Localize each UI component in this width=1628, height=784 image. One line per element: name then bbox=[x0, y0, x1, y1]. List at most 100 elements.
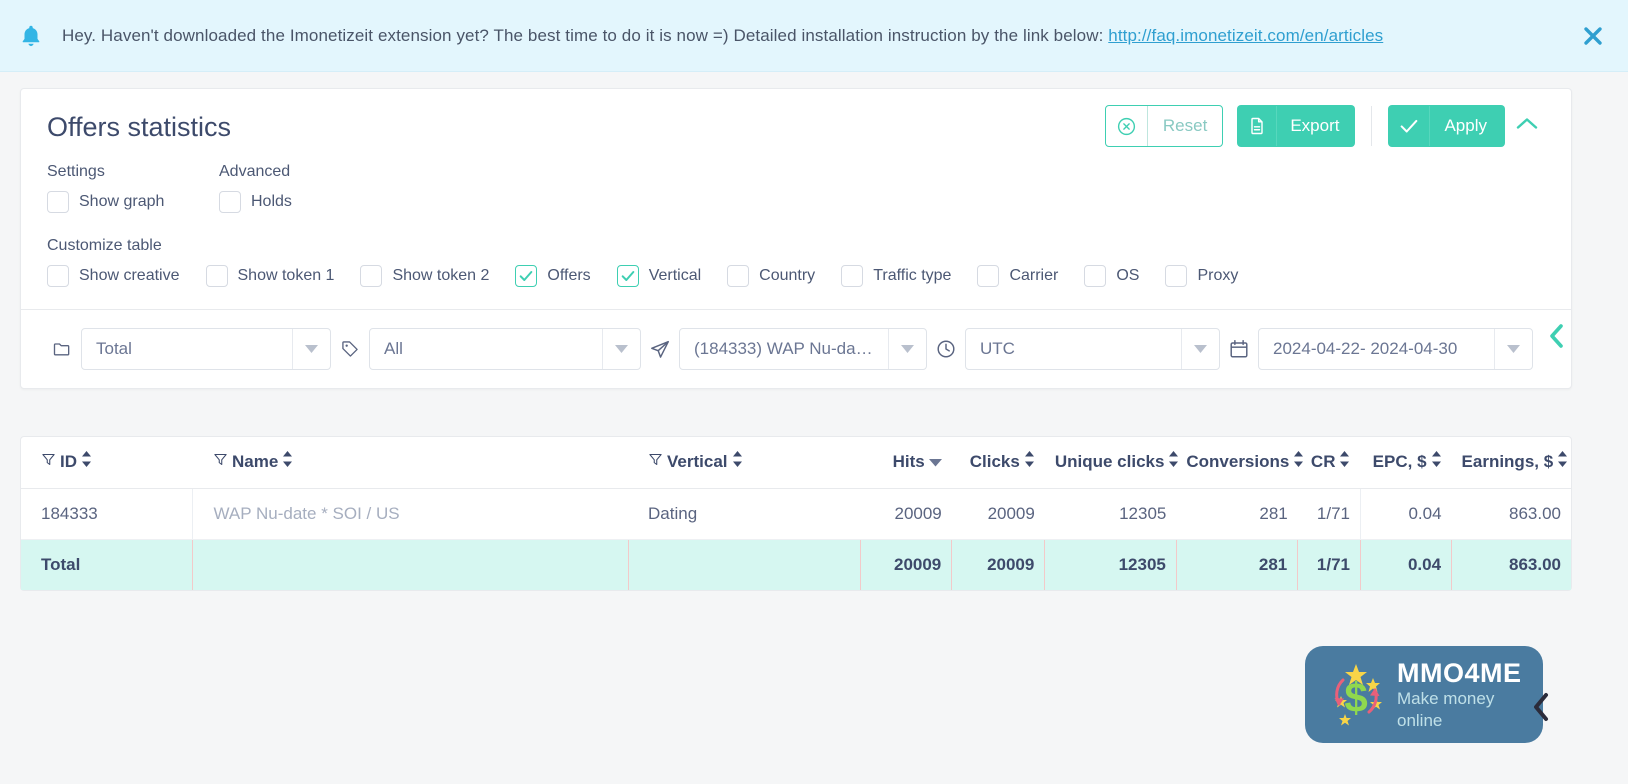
cell-cr: 1/71 bbox=[1297, 488, 1361, 540]
statistics-table: ID Name Vertical Hits Clicks Unique clic… bbox=[21, 437, 1571, 590]
sort-icon[interactable] bbox=[1431, 451, 1442, 472]
panel-collapse-button[interactable] bbox=[1528, 690, 1552, 729]
customize-table-label: Customize table bbox=[47, 237, 162, 254]
svg-text:$: $ bbox=[1344, 674, 1367, 721]
cell-epc: 0.04 bbox=[1359, 488, 1452, 540]
column-header-conversions[interactable]: Conversions bbox=[1176, 437, 1304, 489]
settings-group: Settings Show graph bbox=[47, 163, 219, 213]
timezone-select[interactable]: UTC bbox=[965, 328, 1220, 370]
offers-statistics-card: Offers statistics Reset Export Apply Set… bbox=[20, 88, 1572, 389]
banner-link[interactable]: http://faq.imonetizeit.com/en/articles bbox=[1108, 26, 1383, 45]
date-range-select[interactable]: 2024-04-22- 2024-04-30 bbox=[1258, 328, 1533, 370]
sort-icon[interactable] bbox=[1168, 451, 1179, 472]
column-header-unique-clicks[interactable]: Unique clicks bbox=[1044, 437, 1179, 489]
checkbox-carrier[interactable]: Carrier bbox=[977, 265, 1058, 287]
apply-button[interactable]: Apply bbox=[1388, 105, 1505, 147]
sort-icon[interactable] bbox=[1024, 451, 1035, 472]
mmo4me-watermark: $ MMO4ME Make money online bbox=[1305, 646, 1543, 743]
sort-desc-icon[interactable] bbox=[928, 452, 942, 472]
filter-icon[interactable] bbox=[41, 452, 56, 472]
offer-filter: (184333) WAP Nu-dat... bbox=[641, 328, 927, 370]
column-header-earnings[interactable]: Earnings, $ bbox=[1451, 437, 1571, 489]
column-header-hits[interactable]: Hits bbox=[860, 437, 952, 489]
banner-message-text: Hey. Haven't downloaded the Imonetizeit … bbox=[62, 25, 1109, 45]
checkbox-show-graph[interactable]: Show graph bbox=[47, 191, 193, 213]
sort-icon[interactable] bbox=[282, 451, 293, 472]
checkbox-box bbox=[1165, 265, 1188, 287]
circle-x-icon bbox=[1106, 106, 1148, 146]
export-button[interactable]: Export bbox=[1237, 105, 1356, 147]
cell-total-unique-clicks: 12305 bbox=[1044, 539, 1177, 590]
sort-icon[interactable] bbox=[1557, 451, 1568, 472]
export-button-label: Export bbox=[1290, 116, 1340, 135]
group-select-value: Total bbox=[96, 339, 132, 358]
chevron-down-icon[interactable] bbox=[1181, 329, 1219, 369]
table-total-row: Total 20009 20009 12305 281 1/71 0.04 86… bbox=[21, 539, 1571, 590]
cell-total-earnings: 863.00 bbox=[1451, 539, 1571, 590]
checkbox-label: Holds bbox=[251, 193, 292, 210]
folder-icon bbox=[43, 339, 81, 359]
sort-icon[interactable] bbox=[1339, 451, 1350, 472]
close-icon[interactable] bbox=[1558, 24, 1628, 48]
checkbox-traffic-type[interactable]: Traffic type bbox=[841, 265, 951, 287]
tag-select-value: All bbox=[384, 339, 403, 358]
customize-table-checkboxes: Show creative Show token 1 Show token 2 … bbox=[47, 265, 1545, 287]
tag-select[interactable]: All bbox=[369, 328, 641, 370]
chevron-down-icon[interactable] bbox=[888, 329, 926, 369]
card-header: Offers statistics Reset Export Apply bbox=[21, 89, 1571, 163]
collapse-card-button[interactable] bbox=[1505, 105, 1549, 147]
dollar-stars-icon: $ bbox=[1319, 658, 1393, 732]
chevron-down-icon[interactable] bbox=[602, 329, 640, 369]
chevron-up-icon bbox=[1514, 115, 1540, 138]
cell-total-label: Total bbox=[21, 539, 193, 590]
column-header-label: Clicks bbox=[969, 451, 1020, 471]
column-header-label: Conversions bbox=[1186, 451, 1290, 471]
checkbox-label: Show token 2 bbox=[392, 267, 490, 284]
column-header-label: CR bbox=[1310, 451, 1336, 471]
settings-groups: Settings Show graph Advanced Holds bbox=[47, 163, 1545, 213]
checkbox-show-token-1[interactable]: Show token 1 bbox=[205, 265, 334, 287]
column-header-clicks[interactable]: Clicks bbox=[951, 437, 1045, 489]
cell-id: 184333 bbox=[21, 488, 193, 540]
checkbox-country[interactable]: Country bbox=[727, 265, 815, 287]
cell-unique-clicks: 12305 bbox=[1044, 488, 1177, 540]
checkbox-show-token-2[interactable]: Show token 2 bbox=[360, 265, 489, 287]
column-header-name[interactable]: Name bbox=[192, 437, 629, 489]
column-header-id[interactable]: ID bbox=[21, 437, 193, 489]
chevron-down-icon[interactable] bbox=[1494, 329, 1532, 369]
table-row[interactable]: 184333 WAP Nu-date * SOI / US Dating 200… bbox=[21, 488, 1571, 540]
action-divider bbox=[1371, 106, 1373, 146]
app-root: Hey. Haven't downloaded the Imonetizeit … bbox=[0, 0, 1628, 784]
column-header-vertical[interactable]: Vertical bbox=[628, 437, 861, 489]
sidebar-toggle-button[interactable] bbox=[1545, 321, 1567, 356]
cell-total-conversions: 281 bbox=[1175, 539, 1298, 590]
checkbox-label: Vertical bbox=[648, 267, 702, 284]
checkbox-box bbox=[1084, 265, 1107, 287]
column-header-epc[interactable]: EPC, $ bbox=[1360, 437, 1452, 489]
sort-icon[interactable] bbox=[1293, 451, 1304, 472]
column-header-cr[interactable]: CR bbox=[1297, 437, 1361, 489]
sort-icon[interactable] bbox=[732, 451, 743, 472]
reset-button[interactable]: Reset bbox=[1104, 105, 1224, 147]
checkbox-box bbox=[205, 265, 228, 287]
filter-icon[interactable] bbox=[213, 452, 228, 472]
table-header: ID Name Vertical Hits Clicks Unique clic… bbox=[21, 437, 1571, 489]
settings-area: Settings Show graph Advanced Holds bbox=[21, 163, 1571, 213]
group-select[interactable]: Total bbox=[81, 328, 331, 370]
cell-total-hits: 20009 bbox=[860, 539, 952, 590]
timezone-filter: UTC bbox=[927, 328, 1220, 370]
checkbox-proxy[interactable]: Proxy bbox=[1165, 265, 1238, 287]
checkbox-vertical[interactable]: Vertical bbox=[616, 265, 702, 287]
offer-select[interactable]: (184333) WAP Nu-dat... bbox=[679, 328, 927, 370]
checkbox-box bbox=[47, 265, 69, 287]
watermark-text: MMO4ME Make money online bbox=[1397, 658, 1529, 732]
checkbox-offers[interactable]: Offers bbox=[515, 265, 591, 287]
checkbox-show-creative[interactable]: Show creative bbox=[47, 265, 180, 287]
checkbox-holds[interactable]: Holds bbox=[219, 191, 413, 213]
sort-icon[interactable] bbox=[81, 451, 92, 472]
chevron-down-icon[interactable] bbox=[292, 329, 330, 369]
filter-icon[interactable] bbox=[648, 452, 663, 472]
clock-icon bbox=[927, 338, 965, 360]
date-range-value: 2024-04-22- 2024-04-30 bbox=[1273, 339, 1458, 358]
checkbox-os[interactable]: OS bbox=[1084, 265, 1139, 287]
